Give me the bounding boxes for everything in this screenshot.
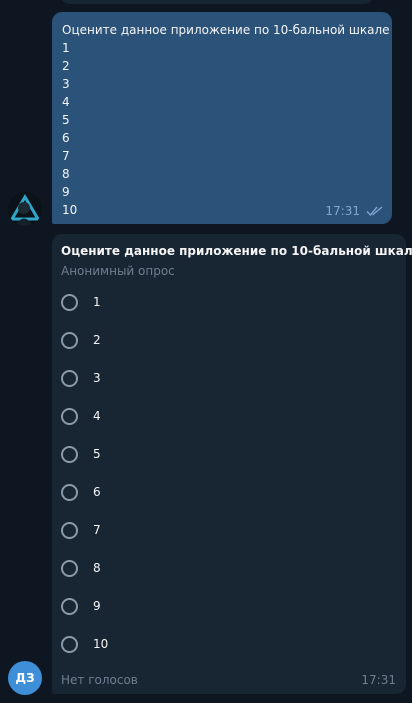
message-meta: 17:31	[325, 202, 384, 220]
outgoing-message[interactable]: Оцените данное приложение по 10-бальной …	[52, 12, 392, 224]
double-check-icon	[366, 206, 383, 217]
poll-option-label: 5	[93, 447, 101, 461]
poll-option[interactable]: 10	[61, 631, 391, 657]
avatar-image	[8, 192, 42, 226]
poll-option[interactable]: 8	[61, 555, 391, 581]
radio-icon[interactable]	[61, 331, 78, 349]
message-line: 1	[62, 41, 70, 55]
message-line: 9	[62, 185, 70, 199]
poll-option[interactable]: 2	[61, 327, 391, 353]
poll-option-label: 10	[93, 637, 109, 651]
radio-icon[interactable]	[61, 635, 78, 653]
avatar-initials: ДЗ	[15, 671, 35, 685]
radio-icon[interactable]	[61, 369, 78, 387]
avatar[interactable]	[8, 192, 42, 226]
message-line: 4	[62, 95, 70, 109]
previous-message-bubble	[60, 0, 374, 4]
poll-vote-count: Нет голосов	[61, 673, 138, 687]
radio-icon[interactable]	[61, 483, 78, 501]
message-line: Оцените данное приложение по 10-бальной …	[62, 23, 390, 37]
radio-icon[interactable]	[61, 559, 78, 577]
poll-option-label: 2	[93, 333, 101, 347]
radio-icon[interactable]	[61, 407, 78, 425]
poll-option-label: 7	[93, 523, 101, 537]
message-line: 3	[62, 77, 70, 91]
poll-option[interactable]: 7	[61, 517, 391, 543]
poll-option[interactable]: 9	[61, 593, 391, 619]
radio-icon[interactable]	[61, 597, 78, 615]
poll-question: Оцените данное приложение по 10-бальной …	[61, 244, 412, 258]
poll-option[interactable]: 5	[61, 441, 391, 467]
message-line: 7	[62, 149, 70, 163]
poll-option-label: 6	[93, 485, 101, 499]
poll-option[interactable]: 4	[61, 403, 391, 429]
message-line: 5	[62, 113, 70, 127]
message-line: 6	[62, 131, 70, 145]
message-time: 17:31	[325, 204, 360, 218]
poll-message: Оцените данное приложение по 10-бальной …	[52, 234, 412, 694]
poll-option-label: 4	[93, 409, 101, 423]
poll-option[interactable]: 6	[61, 479, 391, 505]
poll-type-label: Анонимный опрос	[61, 264, 175, 278]
message-line: 2	[62, 59, 70, 73]
poll-option[interactable]: 3	[61, 365, 391, 391]
poll-option[interactable]: 1	[61, 289, 391, 315]
poll-option-label: 9	[93, 599, 101, 613]
poll-option-label: 3	[93, 371, 101, 385]
poll-time: 17:31	[361, 673, 396, 687]
radio-icon[interactable]	[61, 293, 78, 311]
sender-avatar[interactable]: ДЗ	[8, 661, 42, 695]
radio-icon[interactable]	[61, 521, 78, 539]
message-line: 8	[62, 167, 70, 181]
poll-option-label: 1	[93, 295, 101, 309]
poll-option-label: 8	[93, 561, 101, 575]
radio-icon[interactable]	[61, 445, 78, 463]
